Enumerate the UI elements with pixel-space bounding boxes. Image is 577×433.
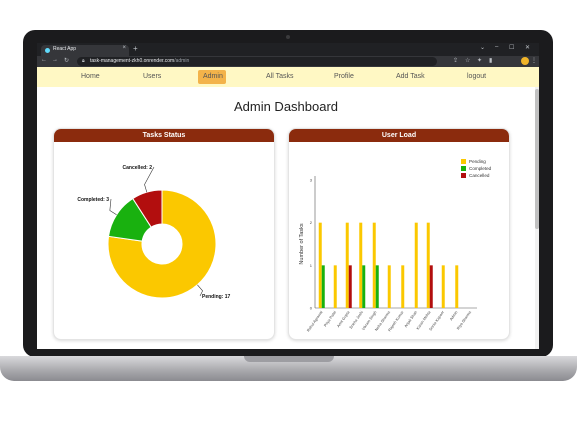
bar-pending: [414, 222, 418, 308]
legend-label: Cancelled: [469, 173, 490, 178]
x-tick-label: Amit Gupta: [336, 310, 351, 329]
sidebar-icon[interactable]: ▮: [489, 57, 492, 64]
address-bar-row: ← → ↻ 🔒︎ task-management-zkh0.onrender.c…: [37, 56, 539, 67]
webcam: [286, 35, 290, 39]
tasks-status-card: Tasks Status Pending: 17 Completed: 3 Canc…: [53, 128, 275, 340]
legend-swatch: [461, 159, 466, 164]
bar-pending: [426, 222, 430, 308]
share-icon[interactable]: ⇪: [453, 57, 458, 64]
pie-data-label: Pending: 17: [202, 294, 231, 300]
x-tick-label: Anjali Shah: [404, 310, 418, 328]
tasks-status-header: Tasks Status: [54, 129, 274, 142]
profile-avatar[interactable]: [521, 57, 529, 65]
page-title: Admin Dashboard: [233, 99, 339, 114]
close-tab-icon[interactable]: ×: [122, 45, 126, 51]
nav-users[interactable]: Users: [143, 73, 161, 80]
legend-swatch: [461, 173, 466, 178]
bar-completed: [321, 265, 325, 308]
bar-pending: [318, 222, 322, 308]
bar-pending: [441, 265, 445, 308]
chevron-down-icon[interactable]: ⌄: [480, 44, 485, 51]
reload-icon[interactable]: ↻: [64, 57, 69, 64]
pie-leader-line: [109, 198, 117, 216]
y-tick-label: 3: [310, 178, 313, 183]
bar-pending: [387, 265, 391, 308]
menu-icon[interactable]: ⋮: [531, 57, 537, 64]
x-tick-label: Riya Sharma: [456, 310, 472, 331]
extensions-icon[interactable]: ✦: [477, 57, 482, 64]
url-text: task-management-zkh0.onrender.com/admin: [90, 58, 190, 64]
bar-pending: [359, 222, 363, 308]
back-arrow-icon[interactable]: ←: [41, 57, 47, 63]
pie-data-label: Cancelled: 2: [123, 165, 153, 171]
nav-home[interactable]: Home: [81, 73, 100, 80]
react-favicon-icon: [45, 48, 50, 53]
new-tab-button[interactable]: +: [133, 44, 138, 53]
browser-tab[interactable]: React App ×: [41, 45, 129, 56]
bar-pending: [455, 265, 459, 308]
nav-admin[interactable]: Admin: [203, 73, 223, 80]
maximize-icon[interactable]: ☐: [509, 44, 514, 51]
legend-label: Pending: [469, 159, 486, 164]
user-load-card: User Load 3 2 1 0 Number of Tasks Rahul Agraw…: [288, 128, 510, 340]
nav-all-tasks[interactable]: All Tasks: [266, 73, 294, 80]
bar-pending: [345, 222, 349, 308]
app-navbar: Home Users Admin All Tasks Profile Add T…: [37, 67, 539, 87]
laptop-screen: React App × + ⌄ – ☐ ✕ ← → ↻ 🔒︎ task-mana…: [37, 43, 539, 349]
y-axis-title: Number of Tasks: [299, 223, 305, 264]
bar-completed: [375, 265, 379, 308]
nav-add-task[interactable]: Add Task: [396, 73, 425, 80]
browser-tab-bar: React App × + ⌄ – ☐ ✕: [37, 43, 539, 56]
bar-cancelled: [348, 265, 352, 308]
y-tick-label: 1: [310, 263, 313, 268]
nav-profile[interactable]: Profile: [334, 73, 354, 80]
tab-title: React App: [53, 46, 77, 52]
forward-arrow-icon[interactable]: →: [52, 57, 58, 63]
url-field[interactable]: 🔒︎ task-management-zkh0.onrender.com/adm…: [77, 57, 437, 66]
y-tick-label: 2: [310, 220, 313, 225]
minimize-icon[interactable]: –: [495, 44, 498, 50]
tasks-status-chart: Pending: 17 Completed: 3 Cancelled: 2: [77, 165, 231, 300]
lock-icon: 🔒︎: [82, 58, 85, 64]
nav-logout[interactable]: logout: [467, 73, 486, 80]
user-load-header: User Load: [289, 129, 509, 142]
bar-pending: [401, 265, 405, 308]
x-tick-label: Rahul Agrawal: [306, 310, 323, 332]
legend-swatch: [461, 166, 466, 171]
bar-completed: [362, 265, 366, 308]
pie-data-label: Completed: 3: [77, 197, 109, 203]
user-load-chart: 3 2 1 0 Number of Tasks Rahul Agrawal Priya Pa…: [299, 159, 492, 333]
bar-pending: [372, 222, 376, 308]
x-tick-label: Priya Patel: [323, 310, 337, 327]
x-tick-label: Admin: [449, 310, 458, 321]
close-window-icon[interactable]: ✕: [525, 44, 530, 51]
laptop-notch: [244, 356, 334, 362]
star-icon[interactable]: ☆: [465, 57, 470, 64]
legend-label: Completed: [469, 166, 492, 171]
y-tick-label: 0: [310, 306, 313, 311]
bar-pending: [333, 265, 337, 308]
scrollbar-thumb[interactable]: [535, 89, 539, 229]
bar-cancelled: [429, 265, 433, 308]
